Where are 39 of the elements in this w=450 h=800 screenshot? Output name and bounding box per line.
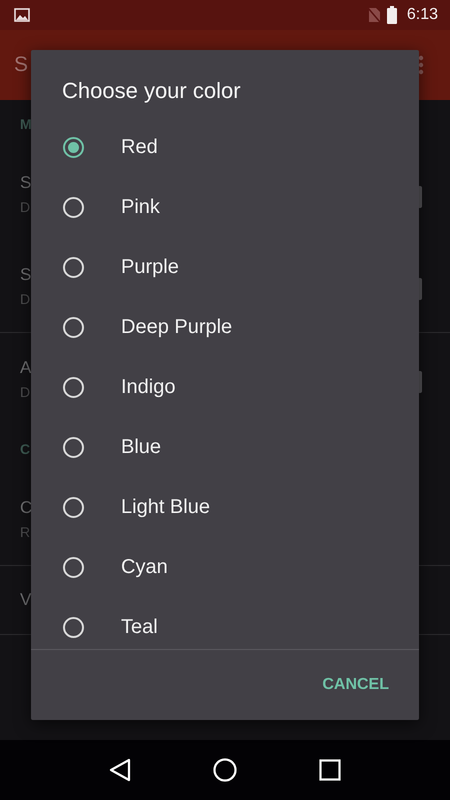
radio-option[interactable]: Teal xyxy=(31,597,419,649)
setting-summary: R xyxy=(20,524,30,540)
dialog-title: Choose your color xyxy=(61,77,242,105)
clock: 6:13 xyxy=(406,6,438,24)
section-header: M xyxy=(20,116,32,132)
radio-option[interactable]: Purple xyxy=(31,237,419,297)
image-icon xyxy=(14,8,30,22)
setting-summary: D xyxy=(20,384,30,400)
home-icon[interactable] xyxy=(213,758,237,782)
radio-button[interactable] xyxy=(63,256,84,278)
radio-option[interactable]: Pink xyxy=(31,177,419,237)
radio-option[interactable]: Deep Purple xyxy=(31,297,419,357)
radio-button[interactable] xyxy=(63,196,84,218)
app-title: S xyxy=(14,53,28,77)
no-sim-icon xyxy=(366,7,381,23)
recents-icon[interactable] xyxy=(319,759,341,781)
setting-title: V xyxy=(20,590,32,610)
cancel-button[interactable]: CANCEL xyxy=(314,668,397,702)
setting-title: S xyxy=(20,173,32,193)
section-header: C xyxy=(20,441,30,457)
setting-summary: D xyxy=(20,291,30,307)
radio-option[interactable]: Cyan xyxy=(31,537,419,597)
radio-button[interactable] xyxy=(63,436,84,458)
battery-icon xyxy=(386,6,397,24)
setting-title: C xyxy=(20,498,32,518)
radio-button[interactable] xyxy=(63,136,84,158)
radio-button[interactable] xyxy=(63,556,84,578)
radio-button[interactable] xyxy=(63,616,84,638)
setting-title: A xyxy=(20,358,32,378)
back-icon[interactable] xyxy=(109,758,131,782)
radio-button[interactable] xyxy=(63,376,84,398)
radio-option[interactable]: Red xyxy=(31,117,419,177)
setting-summary: D xyxy=(20,199,30,215)
radio-option[interactable]: Indigo xyxy=(31,357,419,417)
radio-button[interactable] xyxy=(63,316,84,338)
radio-option[interactable]: Blue xyxy=(31,417,419,477)
setting-title: S xyxy=(20,265,32,285)
radio-option[interactable]: Light Blue xyxy=(31,477,419,537)
radio-button[interactable] xyxy=(63,496,84,518)
